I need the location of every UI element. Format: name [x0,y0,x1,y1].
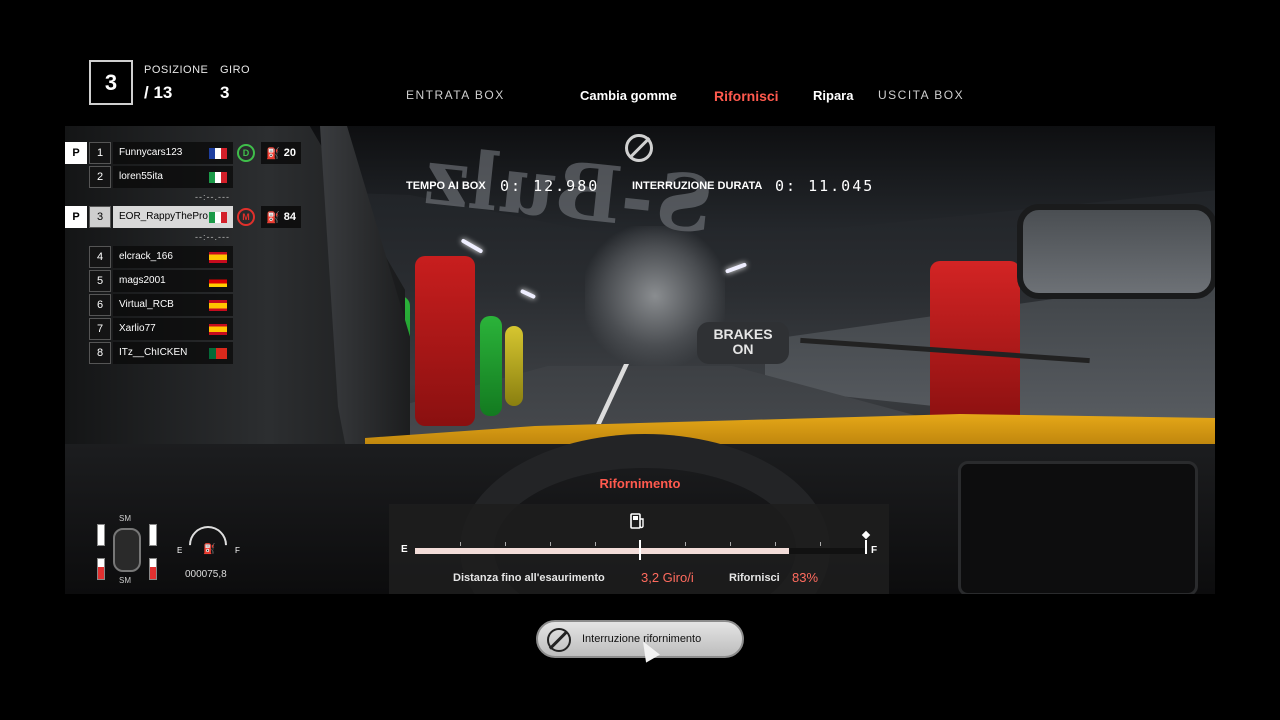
odometer: 000075,8 [185,569,227,580]
leaderboard-row: P 1 Funnycars123 D ⛽ 20 [65,142,305,164]
leaderboard-row: 6 Virtual_RCB [65,294,305,316]
sign-text-line1: BRAKES [713,326,773,342]
distance-value: 3,2 Giro/i [641,570,694,585]
fuel-pump-icon: ⛽ [203,544,216,555]
fuel-amount: 20 [283,147,296,159]
pit-time-label: TEMPO AI BOX [406,180,486,192]
stop-icon [547,628,571,652]
fuel-level-bar [415,530,871,560]
stop-duration-value: 0: 11.045 [775,177,875,195]
tyre-compound-icon: M [237,208,255,226]
row-position: 8 [89,342,111,364]
bar-full-diamond-icon [861,530,871,540]
flag-spain-icon [209,324,227,335]
bar-tick [730,542,731,546]
pit-menu: ENTRATA BOX Cambia gomme Rifornisci Ripa… [0,88,1280,108]
brakes-on-sign: BRAKES ON [697,322,789,364]
pit-badge: P [65,142,87,164]
gauge-e-label: E [177,546,183,555]
gap-separator: --:--.--- [195,232,230,242]
row-position: 7 [89,318,111,340]
flag-italy-icon [209,172,227,183]
row-position: 2 [89,166,111,188]
fuel-pump-icon [629,512,647,530]
flag-spain-icon [209,252,227,263]
lap-label: GIRO [220,64,251,76]
fuel-bar-e-label: E [401,544,408,555]
leaderboard-row-player: P 3 EOR_RappyThePro M ⛽ 84 [65,206,305,228]
row-position: 5 [89,270,111,292]
bar-tick [820,542,821,546]
pit-menu-exit: USCITA BOX [878,88,965,102]
front-tyre-compound: SM [119,514,131,523]
flag-italy-icon [209,212,227,223]
leaderboard-row: 5 mags2001 [65,270,305,292]
ceiling-light [519,288,537,300]
fuel-amount: 84 [283,211,296,223]
refuel-amount-label: Rifornisci [729,572,780,584]
pit-crew-member [505,326,523,406]
ceiling-light [460,238,484,254]
sign-text-line2: ON [732,341,754,357]
car-tyre-status: SM SM [95,514,165,588]
gap-separator: --:--.--- [195,192,230,202]
pit-crew-member [480,316,502,416]
leaderboard-row: 4 elcrack_166 [65,246,305,268]
bar-tick [460,542,461,546]
pit-time-value: 0: 12.980 [500,177,600,195]
flag-germany-icon [209,276,227,287]
row-position: 6 [89,294,111,316]
fuel-chip: ⛽ 20 [261,142,301,164]
pit-badge: P [65,206,87,228]
pit-crew-member [415,256,475,426]
fuel-pump-icon: ⛽ [266,211,280,224]
rear-tyre-compound: SM [119,576,131,585]
pit-menu-entry: ENTRATA BOX [406,88,505,102]
leaderboard-row: 8 ITz__ChICKEN [65,342,305,364]
fuel-level-fill [415,548,789,554]
dash-screen [958,461,1198,594]
pit-stop-icon [625,134,653,162]
flag-france-icon [209,148,227,159]
lollipop-man [930,261,1020,426]
pit-menu-repair[interactable]: Ripara [813,88,853,103]
tyre-rear-left-icon [97,558,105,580]
flag-spain-icon [209,300,227,311]
refuel-panel: E F Distanza fino all'esaurimento 3,2 Gi… [389,504,889,594]
leaderboard-row: 2 loren55ita [65,166,305,188]
refuel-amount-value: 83% [792,570,819,585]
car-top-view-icon [113,528,141,572]
game-scene: S-Bulz BRAKES ON TEMPO AI BOX 0: 12.980 I… [65,126,1215,594]
stop-duration-label: INTERRUZIONE DURATA [632,180,763,192]
fuel-chip: ⛽ 84 [261,206,301,228]
bar-tick [505,542,506,546]
bar-tick [550,542,551,546]
bar-tick [685,542,686,546]
position-label: POSIZIONE [144,64,209,76]
ceiling-light [724,262,748,274]
flag-portugal-icon [209,348,227,359]
tyre-compound-icon: D [237,144,255,162]
bar-tick [775,542,776,546]
tyre-front-left-icon [97,524,105,546]
tyre-front-right-icon [149,524,157,546]
refuel-title: Rifornimento [599,476,681,491]
fuel-gauge: E F ⛽ [177,518,240,572]
row-position: 4 [89,246,111,268]
row-position: 3 [89,206,111,228]
fuel-bar-f-label: F [871,545,878,556]
bar-full-marker [865,540,867,554]
fuel-pump-icon: ⛽ [266,147,280,160]
tyre-rear-right-icon [149,558,157,580]
gauge-f-label: F [235,546,240,555]
distance-label: Distanza fino all'esaurimento [453,572,605,584]
bar-midpoint-marker [639,540,641,560]
bar-tick [595,542,596,546]
pit-menu-change-tyres[interactable]: Cambia gomme [580,88,677,103]
leaderboard-row: 7 Xarlio77 [65,318,305,340]
pit-menu-refuel[interactable]: Rifornisci [714,88,779,104]
row-position: 1 [89,142,111,164]
rear-view-mirror [1017,204,1215,299]
